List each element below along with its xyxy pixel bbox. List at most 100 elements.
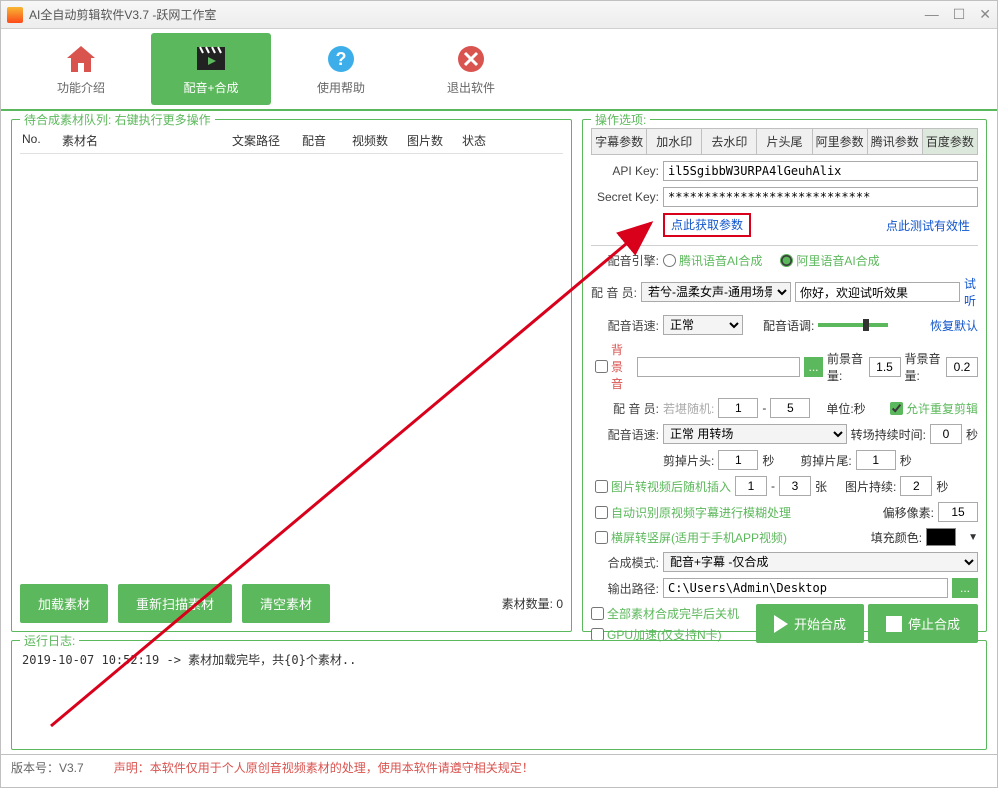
welcome-input[interactable] [795,282,960,302]
secret-key-label: Secret Key: [591,190,659,204]
output-path-input[interactable] [663,578,948,598]
tab-ali[interactable]: 阿里参数 [813,129,868,154]
speed-select[interactable]: 正常 [663,315,743,335]
trim-tail-input[interactable] [856,450,896,470]
help-icon: ? [323,43,359,75]
version-label: 版本号：V3.7 [11,759,84,776]
secret-key-input[interactable] [663,187,978,207]
play-icon [774,615,788,633]
allow-repeat-checkbox[interactable]: 允许重复剪辑 [890,400,978,417]
clapper-icon [193,43,229,75]
trans-dur-label: 转场持续时间: [851,426,926,443]
app-icon [7,7,23,23]
tab-tencent[interactable]: 腾讯参数 [868,129,923,154]
tab-subtitle[interactable]: 字幕参数 [592,129,647,154]
speed-label: 配音语速: [591,317,659,334]
voice-count-label: 配 音 员: [591,400,659,417]
engine-ali-radio[interactable]: 阿里语音AI合成 [780,252,879,269]
trim-head-input[interactable] [718,450,758,470]
test-validity-link[interactable]: 点此测试有效性 [886,217,970,234]
voice-select[interactable]: 若兮-温柔女声-通用场景 [641,282,791,302]
minimize-button[interactable]: — [925,6,939,23]
tab-headtail[interactable]: 片头尾 [757,129,812,154]
exit-icon [453,43,489,75]
log-panel: 运行日志: 2019-10-07 10:52:19 -> 素材加载完毕，共{0}… [11,640,987,750]
mode-label: 合成模式: [591,554,659,571]
col-videos: 视频数 [352,132,407,149]
bg-vol-label: 背景音量: [905,350,943,384]
restore-default-link[interactable]: 恢复默认 [930,317,978,334]
trim-tail-label: 剪掉片尾: [800,452,851,469]
rand-from-input[interactable] [718,398,758,418]
get-params-link[interactable]: 点此获取参数 [671,218,743,232]
try-listen-link[interactable]: 试听 [964,275,978,309]
mode-select[interactable]: 配音+字幕 -仅合成 [663,552,978,572]
fill-color-swatch[interactable] [926,528,956,546]
material-actions: 加载素材 重新扫描素材 清空素材 素材数量: 0 [20,584,563,623]
btn-exit[interactable]: 退出软件 [411,33,531,105]
tab-baidu[interactable]: 百度参数 [923,129,977,154]
col-no: No. [22,132,62,149]
speed-label2: 配音语速: [591,426,659,443]
maximize-button[interactable]: ☐ [953,6,966,23]
shutdown-checkbox[interactable]: 全部素材合成完毕后关机 [591,605,739,622]
clear-material-button[interactable]: 清空素材 [242,584,330,623]
bgm-browse-button[interactable]: ... [804,357,823,377]
pic-from-input[interactable] [735,476,767,496]
material-queue-legend: 待合成素材队列: 右键执行更多操作 [20,111,215,128]
bg-vol-input[interactable] [946,357,978,377]
btn-help[interactable]: ? 使用帮助 [281,33,401,105]
bgm-path-input[interactable] [637,357,800,377]
voice-label: 配 音 员: [591,284,637,301]
col-name: 素材名 [62,132,232,149]
log-line: 2019-10-07 10:52:19 -> 素材加载完毕，共{0}个素材.. [20,649,978,670]
api-key-input[interactable] [663,161,978,181]
offset-input[interactable] [938,502,978,522]
rand-to-input[interactable] [770,398,810,418]
col-pics: 图片数 [407,132,462,149]
load-material-button[interactable]: 加载素材 [20,584,108,623]
window-controls: — ☐ ✕ [925,6,991,23]
auto-blur-checkbox[interactable]: 自动识别原视频字幕进行模糊处理 [595,504,791,521]
tone-slider[interactable] [818,323,888,327]
titlebar: AI全自动剪辑软件V3.7 -跃网工作室 — ☐ ✕ [1,1,997,29]
pic2vid-checkbox[interactable]: 图片转视频后随机插入 [595,478,731,495]
home-icon [63,43,99,75]
tab-dewatermark[interactable]: 去水印 [702,129,757,154]
bgm-checkbox[interactable]: 背景音 [595,341,633,392]
material-table-body[interactable] [20,154,563,578]
get-params-highlight: 点此获取参数 [663,213,751,237]
window-title: AI全自动剪辑软件V3.7 -跃网工作室 [29,6,216,23]
log-legend: 运行日志: [20,632,79,649]
start-compose-button[interactable]: 开始合成 [756,604,864,643]
transition-select[interactable]: 正常 用转场 [663,424,847,444]
col-voice: 配音 [302,132,352,149]
options-legend: 操作选项: [591,111,650,128]
options-tabs: 字幕参数 加水印 去水印 片头尾 阿里参数 腾讯参数 百度参数 [591,128,978,155]
btn-compose[interactable]: 配音+合成 [151,33,271,105]
trans-dur-input[interactable] [930,424,962,444]
close-button[interactable]: ✕ [979,6,991,23]
stop-compose-button[interactable]: 停止合成 [868,604,978,643]
engine-tencent-radio[interactable]: 腾讯语音AI合成 [663,252,762,269]
fg-vol-input[interactable] [869,357,901,377]
fill-color-label: 填充颜色: [871,529,922,546]
pic-dur-input[interactable] [900,476,932,496]
tone-label: 配音语调: [763,317,814,334]
trim-head-label: 剪掉片头: [663,452,714,469]
btn-intro[interactable]: 功能介绍 [21,33,141,105]
pic-to-input[interactable] [779,476,811,496]
toolbar: 功能介绍 配音+合成 ? 使用帮助 退出软件 [1,29,997,111]
output-browse-button[interactable]: ... [952,578,978,598]
options-panel: 操作选项: 字幕参数 加水印 去水印 片头尾 阿里参数 腾讯参数 百度参数 AP… [582,119,987,632]
unit-label: 单位:秒 [826,400,865,417]
h2v-checkbox[interactable]: 横屏转竖屏(适用于手机APP视频) [595,529,787,546]
material-table-header: No. 素材名 文案路径 配音 视频数 图片数 状态 [20,128,563,154]
offset-label: 偏移像素: [883,504,934,521]
random-voice-label: 若堪随机: [663,400,714,417]
tab-watermark[interactable]: 加水印 [647,129,702,154]
rescan-material-button[interactable]: 重新扫描素材 [118,584,232,623]
stop-icon [886,616,902,632]
pic-dur-label: 图片持续: [845,478,896,495]
svg-text:?: ? [336,49,347,69]
